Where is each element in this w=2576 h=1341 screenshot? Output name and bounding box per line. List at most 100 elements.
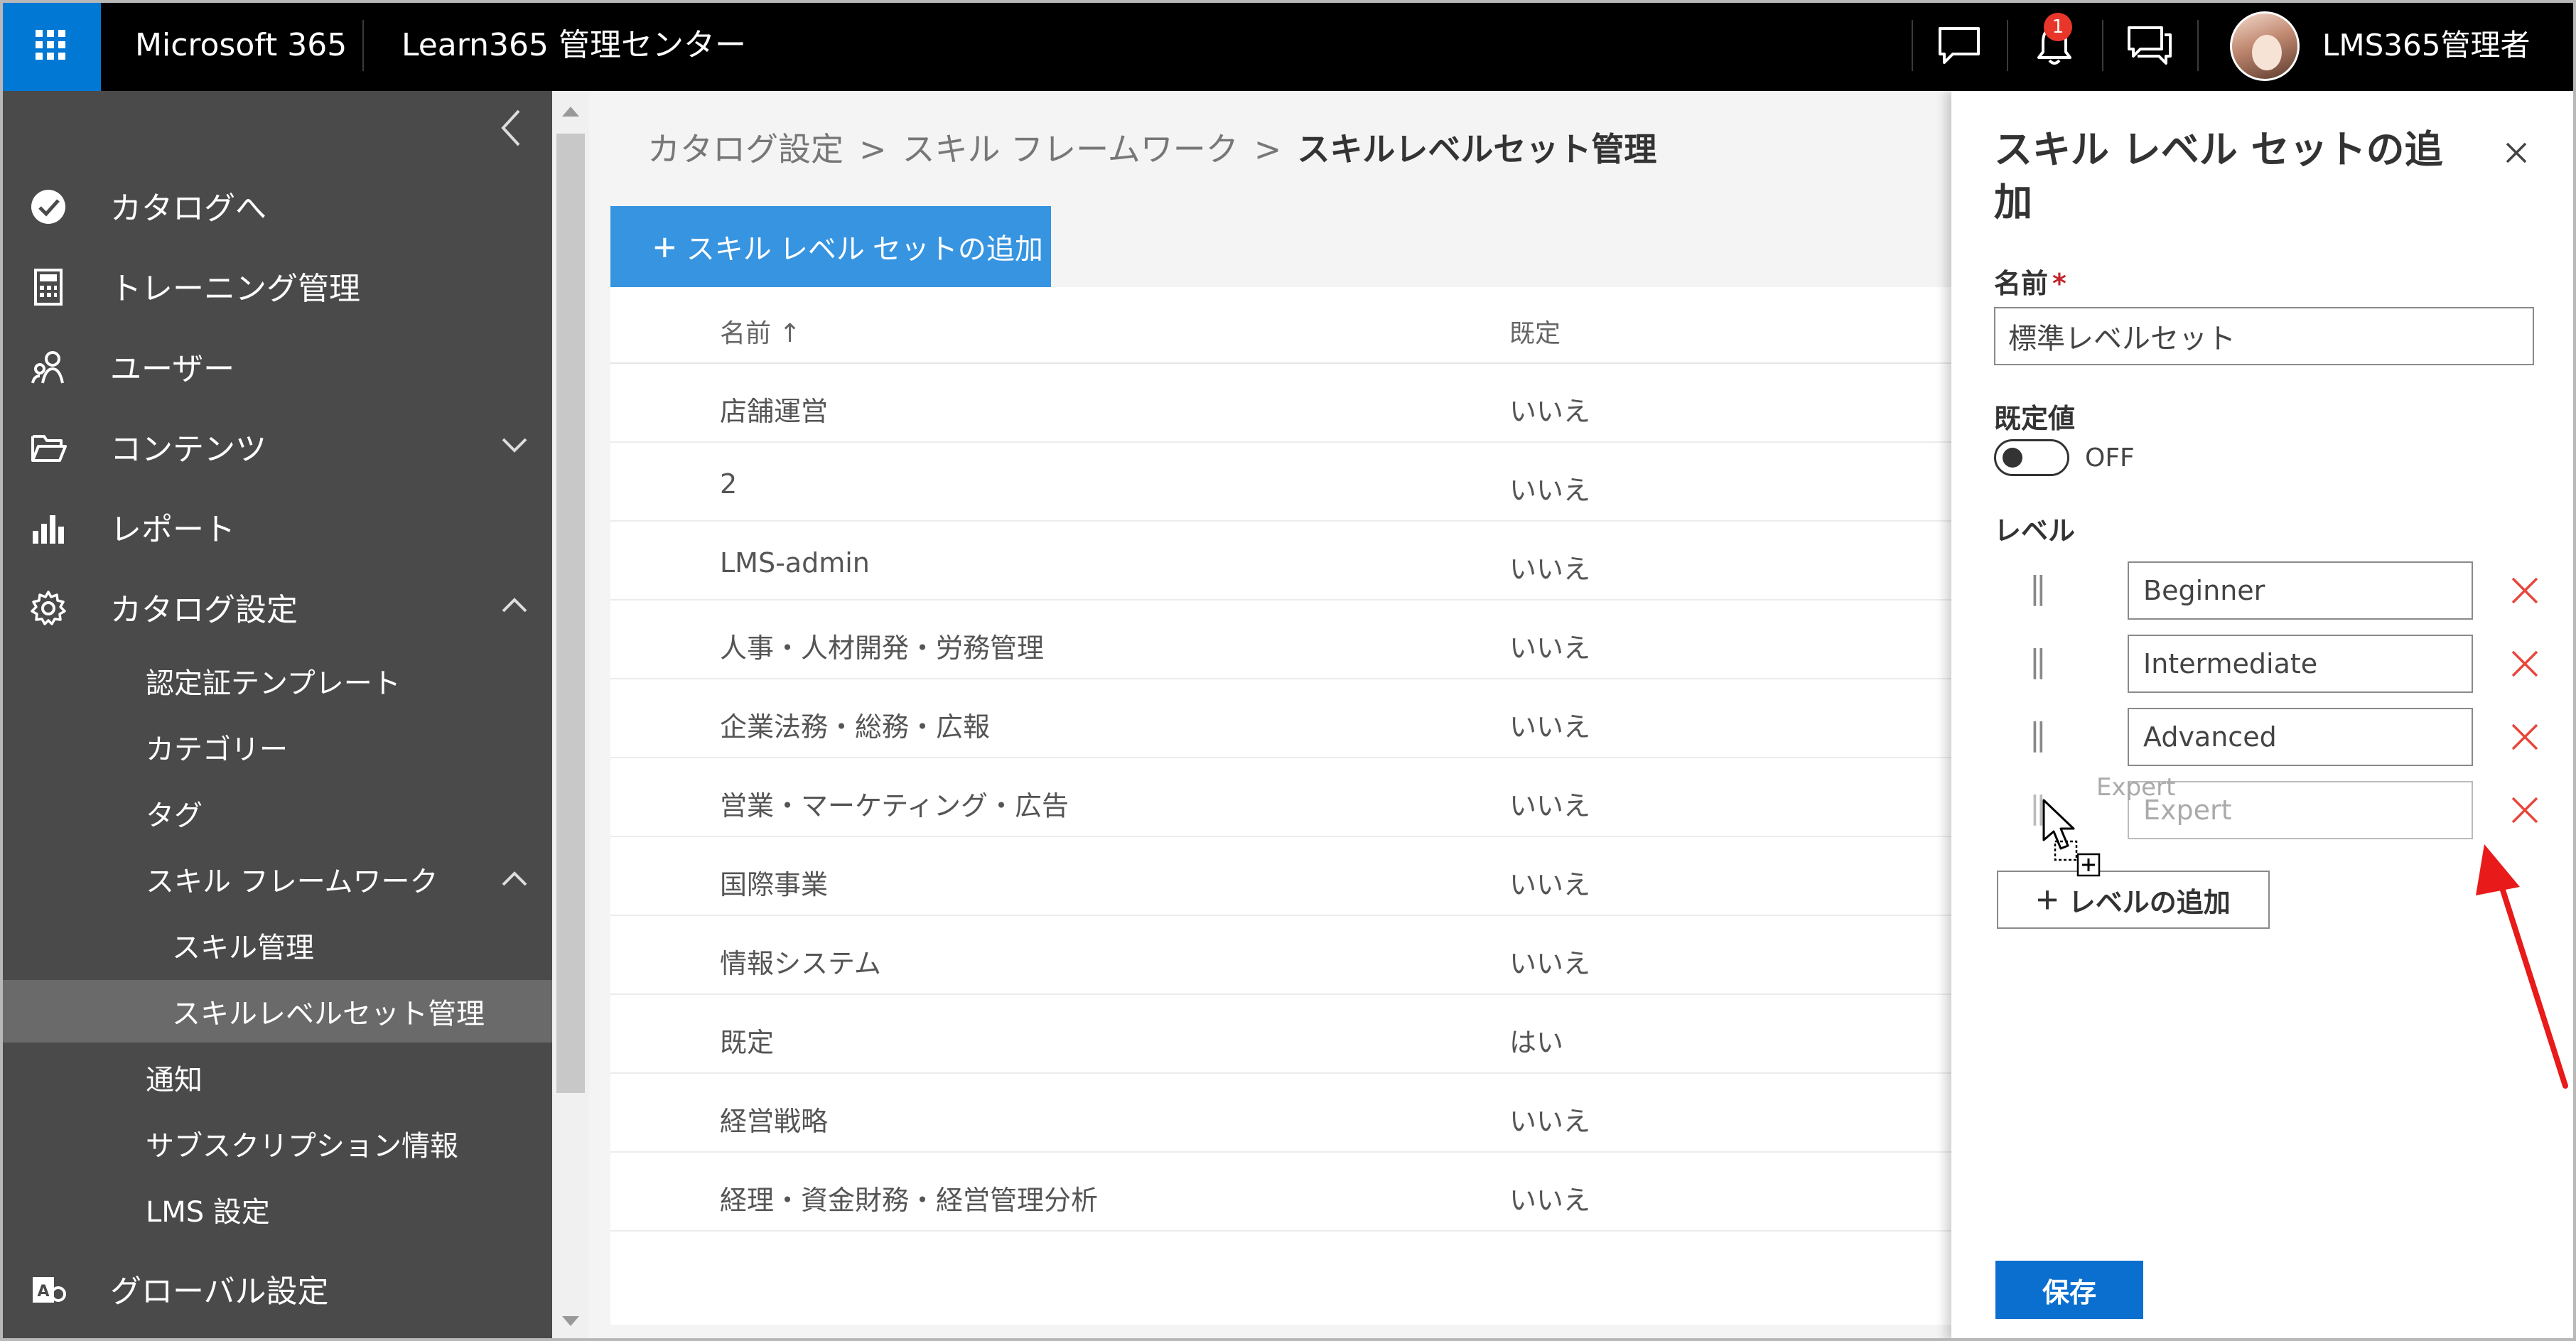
app-title[interactable]: Learn365 管理センター xyxy=(402,0,746,91)
sidebar-subitem-tag[interactable]: タグ xyxy=(0,782,552,844)
cell-name: 店舗運営 xyxy=(720,396,829,427)
table-row[interactable]: LMS-admin いいえ xyxy=(610,522,1951,601)
sidebar-item-label: ユーザー xyxy=(110,351,235,387)
default-toggle[interactable] xyxy=(1994,439,2069,476)
column-header-default[interactable]: 既定 xyxy=(1509,313,1561,350)
delete-level-icon[interactable] xyxy=(2507,792,2543,828)
scroll-down-icon[interactable] xyxy=(562,1316,579,1326)
sidebar-subitem-cert-template[interactable]: 認定証テンプレート xyxy=(0,650,552,712)
avatar[interactable] xyxy=(2230,11,2300,81)
feedback-button[interactable] xyxy=(2102,0,2197,91)
level-input[interactable] xyxy=(2128,708,2473,766)
close-icon[interactable] xyxy=(2499,135,2534,171)
levels-label: レベル xyxy=(1994,515,2076,546)
plus-icon: + xyxy=(653,224,677,269)
collapse-sidebar-icon[interactable] xyxy=(497,107,526,149)
sidebar-subitem-skill-framework[interactable]: スキル フレームワーク xyxy=(0,848,552,910)
cell-default: いいえ xyxy=(1509,554,1591,585)
scroll-up-icon[interactable] xyxy=(562,107,579,117)
sidebar-item-label: コンテンツ xyxy=(110,431,266,468)
scrollbar-thumb[interactable] xyxy=(556,134,585,1093)
level-row: || xyxy=(1994,635,2538,693)
chevron-up-icon xyxy=(502,871,527,886)
cell-default: いいえ xyxy=(1509,869,1591,900)
chevron-down-icon xyxy=(502,438,527,453)
drag-handle-icon[interactable]: || xyxy=(2030,716,2047,753)
add-level-button[interactable]: + レベルの追加 xyxy=(1997,871,2270,929)
table-row[interactable]: 情報システム いいえ xyxy=(610,916,1951,995)
table-row[interactable]: 経営戦略 いいえ xyxy=(610,1074,1951,1153)
sidebar-subitem-label: カテゴリー xyxy=(146,733,288,766)
sidebar-subitem-lms-settings[interactable]: LMS 設定 xyxy=(0,1178,552,1241)
sidebar-item-label: トレーニング管理 xyxy=(110,271,360,307)
cell-name: 2 xyxy=(720,468,738,500)
cell-default: いいえ xyxy=(1509,1106,1591,1137)
cell-default: いいえ xyxy=(1509,711,1591,743)
drag-copy-cursor-icon xyxy=(2042,799,2101,877)
table-row[interactable]: 営業・マーケティング・広告 いいえ xyxy=(610,758,1951,837)
cell-name: LMS-admin xyxy=(720,547,870,578)
cell-default: いいえ xyxy=(1509,948,1591,979)
sidebar-item-catalog[interactable]: カタログへ xyxy=(0,170,552,241)
topbar-divider xyxy=(2197,20,2199,71)
table-row[interactable]: 2 いいえ xyxy=(610,443,1951,522)
sidebar-subitem-notice[interactable]: 通知 xyxy=(0,1046,552,1109)
name-field-label: 名前 * xyxy=(1994,262,2066,301)
level-input[interactable] xyxy=(2128,635,2473,693)
sidebar-item-reports[interactable]: レポート xyxy=(0,491,552,562)
delete-level-icon[interactable] xyxy=(2507,646,2543,682)
save-button[interactable]: 保存 xyxy=(1995,1261,2143,1319)
sidebar-item-label: カタログ設定 xyxy=(110,592,298,628)
sidebar-item-global-settings[interactable]: A グローバル設定 xyxy=(0,1253,552,1324)
level-input[interactable] xyxy=(2128,781,2473,839)
column-header-name[interactable]: 名前 ↑ xyxy=(720,313,801,350)
table-row[interactable]: 店舗運営 いいえ xyxy=(610,364,1951,443)
sidebar-item-label: グローバル設定 xyxy=(110,1273,329,1310)
toggle-state-label: OFF xyxy=(2085,443,2135,473)
cell-default: いいえ xyxy=(1509,396,1591,427)
sidebar-subitem-skill-manage[interactable]: スキル管理 xyxy=(0,914,552,976)
sidebar-subitem-subscription[interactable]: サブスクリプション情報 xyxy=(0,1112,552,1175)
level-row: || xyxy=(1994,708,2538,766)
app-launcher-button[interactable] xyxy=(0,0,101,91)
delete-level-icon[interactable] xyxy=(2507,719,2543,755)
sidebar-item-catalog-settings[interactable]: カタログ設定 xyxy=(0,571,552,642)
drag-handle-icon[interactable]: || xyxy=(2030,570,2047,606)
breadcrumb-separator: > xyxy=(859,130,887,168)
breadcrumb-item[interactable]: カタログ設定 xyxy=(647,130,844,168)
cell-default: いいえ xyxy=(1509,475,1591,506)
sidebar-item-contents[interactable]: コンテンツ xyxy=(0,411,552,482)
chat-button[interactable] xyxy=(1912,0,2007,91)
sidebar-item-users[interactable]: ユーザー xyxy=(0,330,552,402)
svg-text:A: A xyxy=(37,1283,49,1300)
cell-name: 経営戦略 xyxy=(720,1106,829,1137)
main-content: カタログ設定 > スキル フレームワーク > スキルレベルセット管理 + スキル レベル… xyxy=(589,91,1951,1341)
name-input[interactable] xyxy=(1994,307,2534,365)
sidebar-item-training[interactable]: トレーニング管理 xyxy=(0,250,552,321)
sidebar-subitem-skill-level-set[interactable]: スキルレベルセット管理 xyxy=(0,980,552,1043)
sidebar-subitem-label: サブスクリプション情報 xyxy=(146,1130,458,1163)
table-row[interactable]: 既定 はい xyxy=(610,995,1951,1074)
breadcrumb: カタログ設定 > スキル フレームワーク > スキルレベルセット管理 xyxy=(647,124,1656,171)
breadcrumb-item[interactable]: スキル フレームワーク xyxy=(902,130,1239,168)
table-row[interactable]: 企業法務・総務・広報 いいえ xyxy=(610,679,1951,758)
breadcrumb-separator: > xyxy=(1254,130,1282,168)
sidebar-subitem-category[interactable]: カテゴリー xyxy=(0,716,552,778)
user-name[interactable]: LMS365管理者 xyxy=(2322,0,2530,91)
name-label-text: 名前 xyxy=(1994,268,2049,299)
brand-name[interactable]: Microsoft 365 xyxy=(135,0,347,91)
main-scrollbar[interactable] xyxy=(552,91,589,1341)
delete-level-icon[interactable] xyxy=(2507,573,2543,608)
drag-handle-icon[interactable]: || xyxy=(2030,643,2047,679)
level-input[interactable] xyxy=(2128,561,2473,620)
table-row[interactable]: 国際事業 いいえ xyxy=(610,837,1951,916)
bar-chart-icon xyxy=(33,515,64,544)
cell-name: 情報システム xyxy=(720,948,881,979)
skill-level-set-table: 名前 ↑ 既定 店舗運営 いいえ 2 いいえ LMS-admin いいえ 人事・人材開発・労… xyxy=(610,287,1951,1325)
table-row[interactable]: 経理・資金財務・経営管理分析 いいえ xyxy=(610,1153,1951,1232)
add-skill-level-set-button[interactable]: + スキル レベル セットの追加 xyxy=(610,206,1051,287)
waffle-icon xyxy=(36,30,65,60)
table-row[interactable]: 人事・人材開発・労務管理 いいえ xyxy=(610,601,1951,679)
drag-handle-icon[interactable]: || xyxy=(2030,790,2047,826)
cell-name: 人事・人材開発・労務管理 xyxy=(720,632,1045,664)
